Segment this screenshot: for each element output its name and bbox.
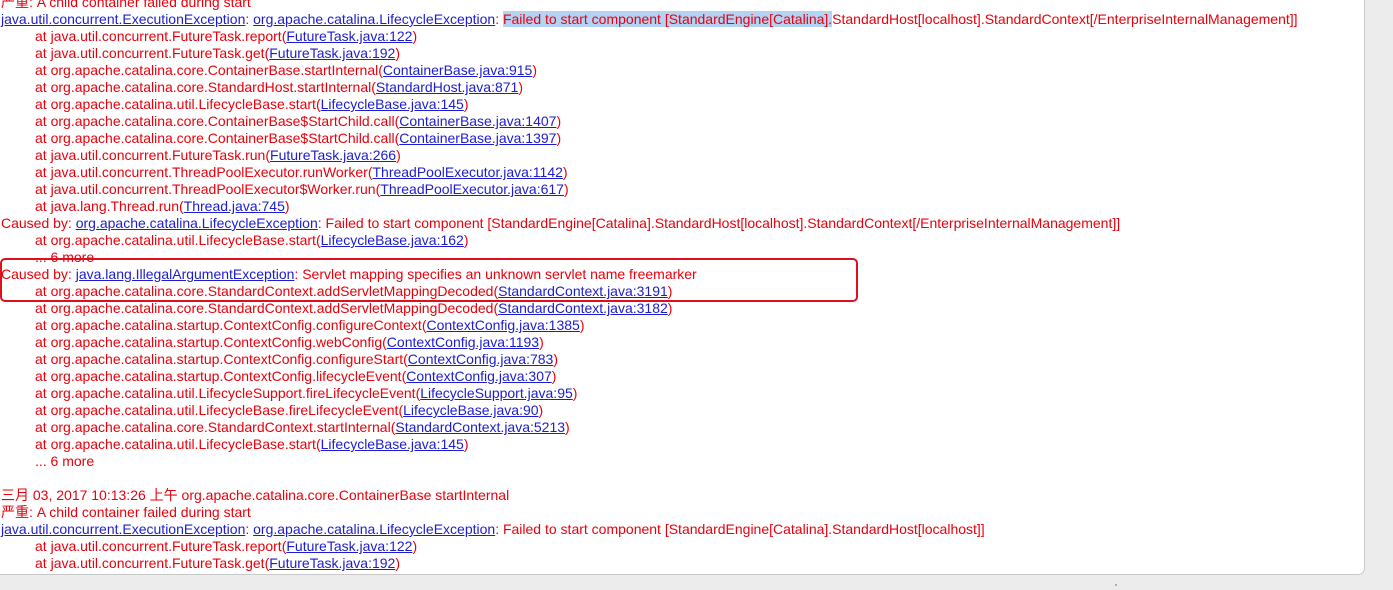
source-link[interactable]: FutureTask.java:122 <box>286 28 412 44</box>
stack-frame-line: at org.apache.catalina.core.StandardCont… <box>35 283 673 299</box>
frame-method: org.apache.catalina.startup.ContextConfi… <box>50 334 383 350</box>
source-link[interactable]: ContextConfig.java:307 <box>406 368 552 384</box>
frame-method: java.util.concurrent.FutureTask.report <box>50 28 282 44</box>
source-link[interactable]: LifecycleBase.java:90 <box>403 402 538 418</box>
frame-method: java.util.concurrent.FutureTask.get <box>50 555 265 571</box>
frame-method: org.apache.catalina.util.LifecycleBase.s… <box>50 96 316 112</box>
stack-frame-line: at java.util.concurrent.FutureTask.get(F… <box>35 45 400 61</box>
stack-frame-line: at org.apache.catalina.util.LifecycleBas… <box>35 402 544 418</box>
stack-frames-main: at java.util.concurrent.FutureTask.repor… <box>1 28 1298 215</box>
source-link[interactable]: ContainerBase.java:915 <box>383 62 532 78</box>
stack-frame-line: at java.lang.Thread.run(Thread.java:745) <box>35 198 290 214</box>
stack-frame-line: at org.apache.catalina.core.ContainerBas… <box>35 62 537 78</box>
frame-method: org.apache.catalina.startup.ContextConfi… <box>50 368 402 384</box>
exception-class-link[interactable]: java.util.concurrent.ExecutionException <box>1 521 245 537</box>
caused-by-line: Caused by: java.lang.IllegalArgumentExce… <box>1 266 697 282</box>
frame-method: java.lang.Thread.run <box>50 198 179 214</box>
stack-frame-line: at org.apache.catalina.core.StandardHost… <box>35 79 523 95</box>
stack-frame-line: at org.apache.catalina.startup.ContextCo… <box>35 317 585 333</box>
exception-header-line: java.util.concurrent.ExecutionException:… <box>1 521 985 537</box>
cause-class-link[interactable]: org.apache.catalina.LifecycleException <box>253 521 495 537</box>
source-link[interactable]: FutureTask.java:266 <box>270 147 396 163</box>
source-link[interactable]: LifecycleBase.java:145 <box>321 96 464 112</box>
selected-text[interactable]: Failed to start component [StandardEngin… <box>502 11 833 27</box>
source-link[interactable]: ContainerBase.java:1397 <box>399 130 556 146</box>
stack-frame-line: at java.util.concurrent.FutureTask.get(F… <box>35 555 400 571</box>
exception-message: StandardHost[localhost].StandardContext[… <box>832 11 1298 27</box>
stack-frame-line: at org.apache.catalina.startup.ContextCo… <box>35 351 559 367</box>
source-link[interactable]: Thread.java:745 <box>184 198 285 214</box>
log-timestamp-line: 三月 03, 2017 10:13:26 上午 org.apache.catal… <box>1 487 510 503</box>
source-link[interactable]: StandardContext.java:3182 <box>498 300 668 316</box>
frame-method: java.util.concurrent.FutureTask.get <box>50 45 265 61</box>
frame-method: org.apache.catalina.core.ContainerBase$S… <box>50 130 395 146</box>
stack-frame-line: at org.apache.catalina.startup.ContextCo… <box>35 368 557 384</box>
source-link[interactable]: LifecycleBase.java:145 <box>321 436 464 452</box>
source-link[interactable]: ContainerBase.java:1407 <box>399 113 556 129</box>
frame-method: org.apache.catalina.core.ContainerBase.s… <box>50 62 379 78</box>
exception-class-link[interactable]: java.util.concurrent.ExecutionException <box>1 11 245 27</box>
source-link[interactable]: ContextConfig.java:783 <box>408 351 554 367</box>
resize-handle[interactable] <box>1115 584 1117 586</box>
frame-method: java.util.concurrent.ThreadPoolExecutor$… <box>50 181 376 197</box>
stack-frame-line: at java.util.concurrent.ThreadPoolExecut… <box>35 181 569 197</box>
log-severity-line: 严重: A child container failed during star… <box>1 504 251 520</box>
source-link[interactable]: FutureTask.java:192 <box>269 45 395 61</box>
source-link[interactable]: ContextConfig.java:1385 <box>426 317 579 333</box>
source-link[interactable]: StandardContext.java:3191 <box>498 283 668 299</box>
frame-method: org.apache.catalina.startup.ContextConfi… <box>50 351 404 367</box>
stack-frame-line: at java.util.concurrent.ThreadPoolExecut… <box>35 164 568 180</box>
source-link[interactable]: FutureTask.java:192 <box>269 555 395 571</box>
cause-class-link[interactable]: org.apache.catalina.LifecycleException <box>253 11 495 27</box>
frame-method: java.util.concurrent.FutureTask.run <box>50 147 266 163</box>
stack-frame-line: at org.apache.catalina.core.ContainerBas… <box>35 130 562 146</box>
log-severity-line: 严重: A child container failed during star… <box>1 0 251 10</box>
source-link[interactable]: LifecycleBase.java:162 <box>321 232 464 248</box>
frame-method: org.apache.catalina.core.StandardHost.st… <box>50 79 372 95</box>
stack-frame-line: at java.util.concurrent.FutureTask.repor… <box>35 28 418 44</box>
more-frames-line: ... 6 more <box>35 453 95 469</box>
source-link[interactable]: ContextConfig.java:1193 <box>387 334 539 350</box>
frame-method: java.util.concurrent.FutureTask.report <box>50 538 282 554</box>
source-link[interactable]: StandardContext.java:5213 <box>395 419 565 435</box>
caused-by-class-link[interactable]: java.lang.IllegalArgumentException <box>76 266 295 282</box>
stack-frame-line: at org.apache.catalina.util.LifecycleBas… <box>35 96 469 112</box>
frame-method: org.apache.catalina.core.StandardContext… <box>50 283 494 299</box>
stack-frames-caused-by: at org.apache.catalina.core.StandardCont… <box>1 283 1298 453</box>
stack-frame-line: at org.apache.catalina.core.StandardCont… <box>35 419 570 435</box>
more-frames-line: ... 6 more <box>35 249 95 265</box>
source-link[interactable]: StandardHost.java:871 <box>376 79 518 95</box>
caused-by-line: Caused by: org.apache.catalina.Lifecycle… <box>1 215 1121 231</box>
stack-frames-second: at java.util.concurrent.FutureTask.repor… <box>1 538 1298 572</box>
stack-frame-line: at org.apache.catalina.util.LifecycleBas… <box>35 436 469 452</box>
stack-frame-line: at org.apache.catalina.startup.ContextCo… <box>35 334 544 350</box>
log-console[interactable]: 严重: A child container failed during star… <box>0 0 1365 575</box>
frame-method: org.apache.catalina.util.LifecycleBase.f… <box>50 402 399 418</box>
frame-method: org.apache.catalina.util.LifecycleBase.s… <box>50 436 316 452</box>
stack-frame-line: at java.util.concurrent.FutureTask.run(F… <box>35 147 401 163</box>
frame-method: org.apache.catalina.core.StandardContext… <box>50 300 494 316</box>
source-link[interactable]: FutureTask.java:122 <box>286 538 412 554</box>
frame-method: org.apache.catalina.util.LifecycleSuppor… <box>50 385 416 401</box>
source-link[interactable]: LifecycleSupport.java:95 <box>420 385 573 401</box>
source-link[interactable]: ThreadPoolExecutor.java:617 <box>380 181 564 197</box>
stack-frame-line: at org.apache.catalina.util.LifecycleSup… <box>35 385 578 401</box>
frame-method: java.util.concurrent.ThreadPoolExecutor.… <box>50 164 368 180</box>
stack-frame-line: at org.apache.catalina.util.LifecycleBas… <box>35 232 469 248</box>
stack-frame-line: at java.util.concurrent.FutureTask.repor… <box>35 538 418 554</box>
stack-trace-log: 严重: A child container failed during star… <box>1 0 1298 572</box>
source-link[interactable]: ThreadPoolExecutor.java:1142 <box>372 164 562 180</box>
frame-method: org.apache.catalina.core.StandardContext… <box>50 419 391 435</box>
exception-header-line: java.util.concurrent.ExecutionException:… <box>1 11 1298 27</box>
caused-by-class-link[interactable]: org.apache.catalina.LifecycleException <box>76 215 318 231</box>
stack-frame-line: at org.apache.catalina.core.ContainerBas… <box>35 113 562 129</box>
frame-method: org.apache.catalina.startup.ContextConfi… <box>50 317 422 333</box>
stack-frame-line: at org.apache.catalina.core.StandardCont… <box>35 300 673 316</box>
frame-method: org.apache.catalina.core.ContainerBase$S… <box>50 113 395 129</box>
